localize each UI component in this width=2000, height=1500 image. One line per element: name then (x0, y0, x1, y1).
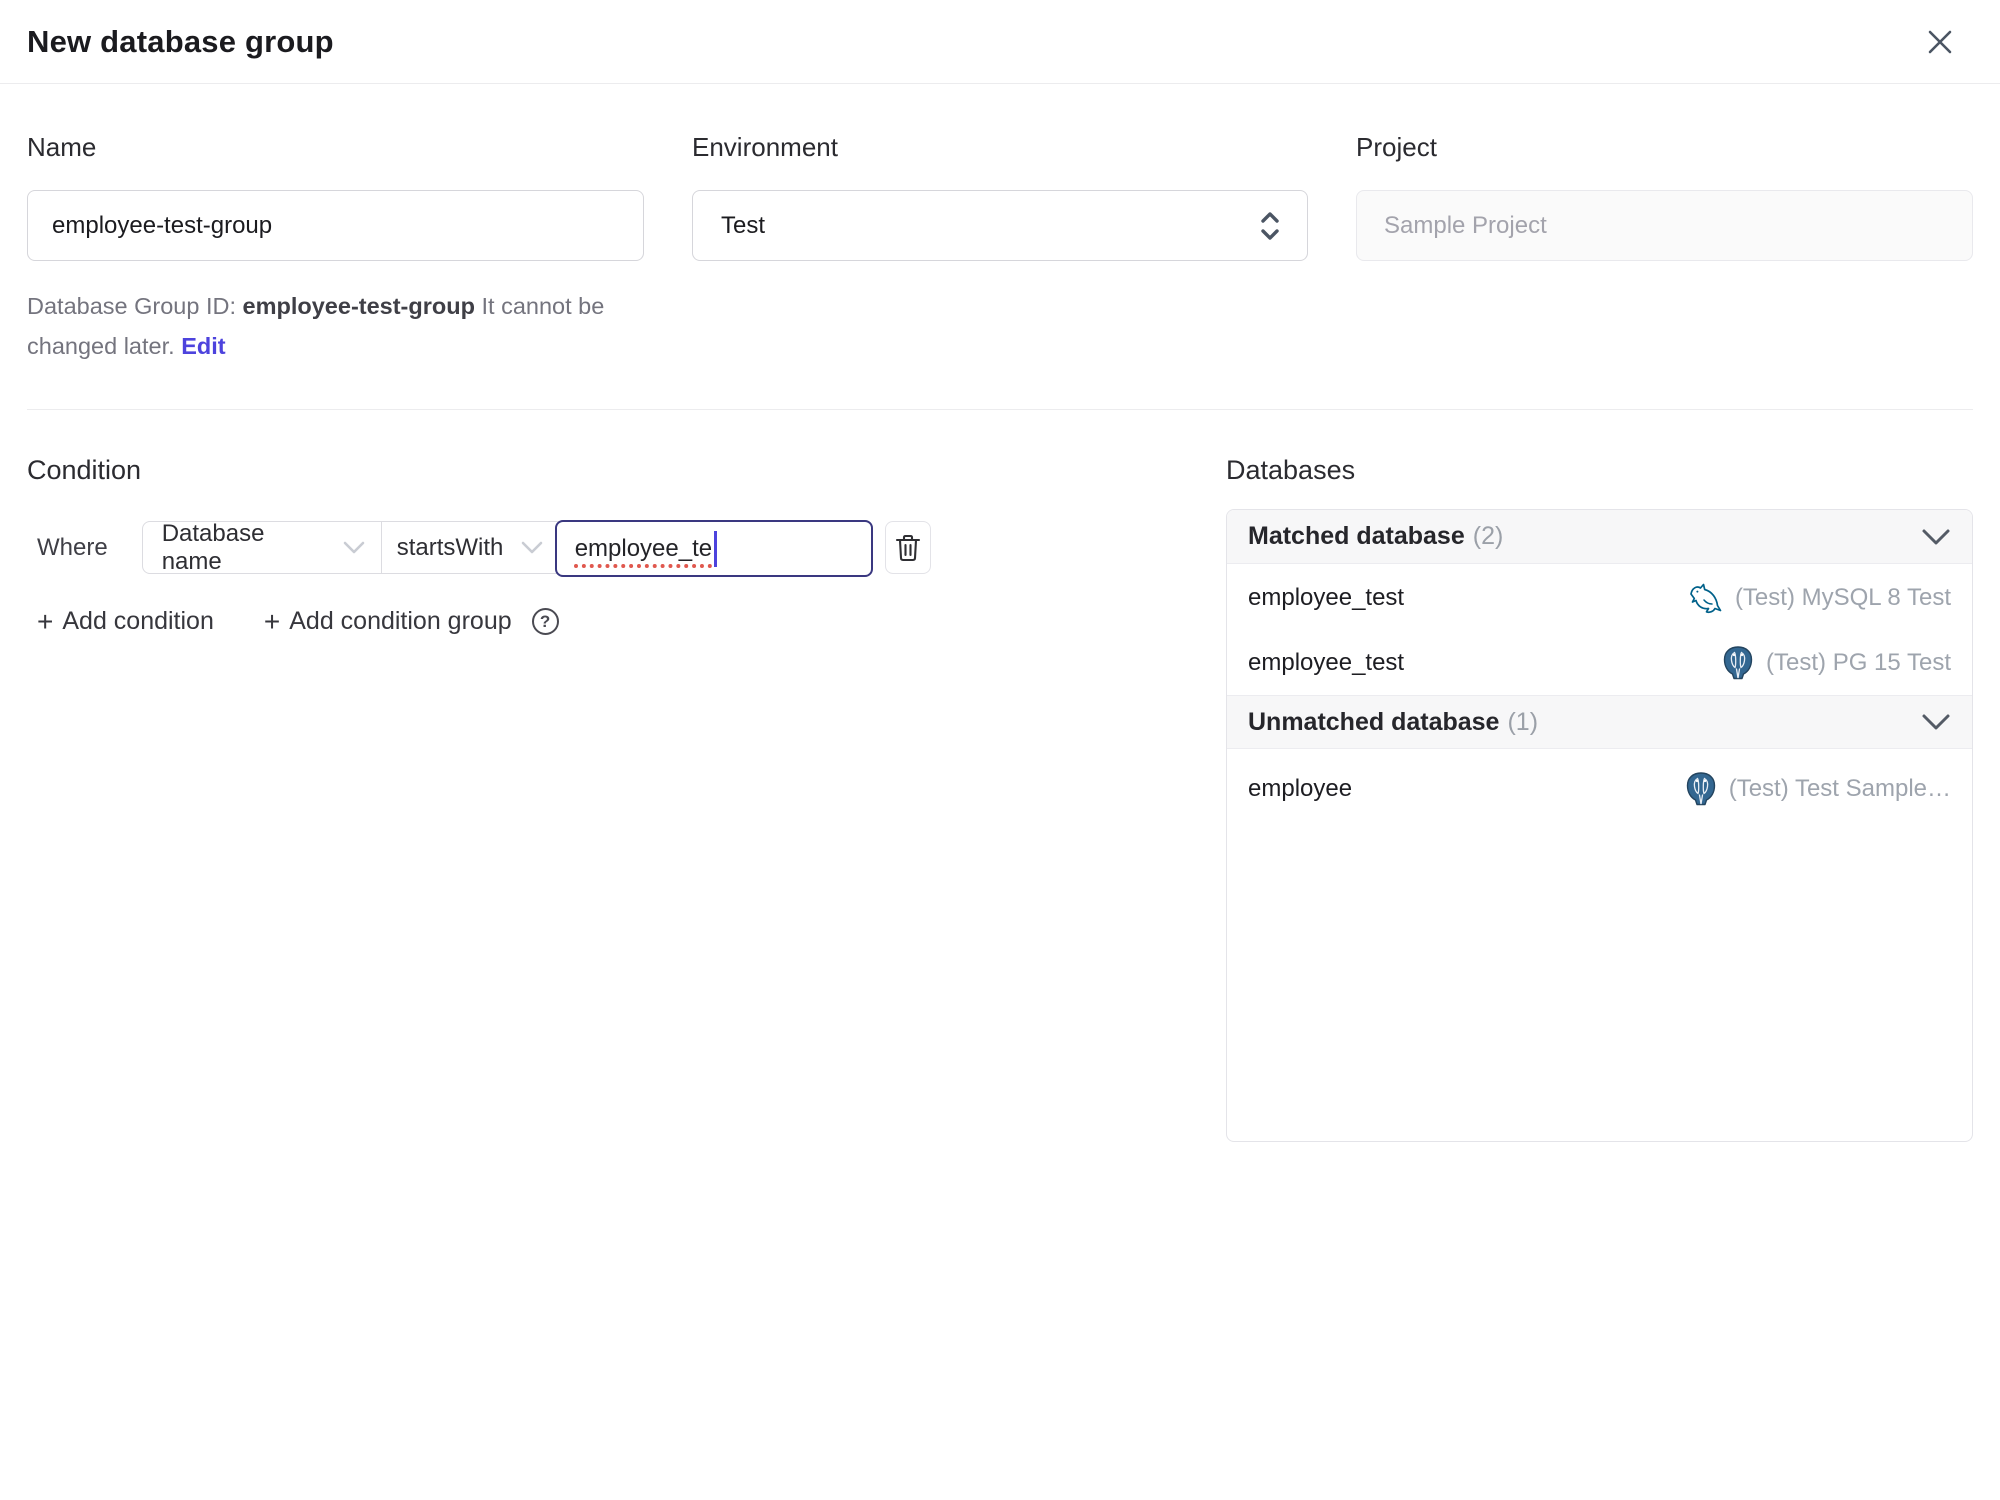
dialog-header: New database group (0, 0, 2000, 84)
project-label: Project (1356, 132, 1437, 162)
table-row: employee_test (Test) MySQL 8 Test (1227, 564, 1972, 631)
instance-label: (Test) Test Sample… (1728, 774, 1951, 802)
help-icon[interactable]: ? (531, 608, 559, 635)
unmatched-database-title: Unmatched database (1) (1248, 707, 1539, 736)
trash-icon (895, 534, 920, 561)
instance-info: (Test) Test Sample… (1684, 771, 1951, 807)
project-select[interactable]: Sample Project (1356, 190, 1973, 261)
select-stepper-icon (1257, 209, 1283, 243)
instance-info: (Test) MySQL 8 Test (1684, 578, 1951, 618)
postgres-icon (1684, 771, 1718, 807)
instance-label: (Test) MySQL 8 Test (1734, 583, 1951, 611)
condition-row: Where Database name startsWith employee_… (27, 519, 1160, 577)
close-button[interactable] (1920, 22, 1960, 62)
unmatched-database-count: (1) (1507, 707, 1539, 736)
matched-database-title: Matched database (2) (1248, 522, 1504, 550)
dialog-title: New database group (27, 23, 334, 59)
where-label: Where (37, 533, 108, 561)
table-row: employee_test (Test) PG 15 Test (1227, 631, 1972, 695)
name-field-group: Name Database Group ID: employee-test-gr… (27, 131, 644, 366)
postgres-icon (1721, 645, 1755, 681)
add-condition-group-button[interactable]: + Add condition group ? (264, 607, 559, 636)
factor-dropdown[interactable]: Database name (143, 519, 382, 575)
unmatched-database-header[interactable]: Unmatched database (1) (1227, 695, 1972, 749)
pattern-value-text: employee_te (574, 534, 713, 562)
instance-label: (Test) PG 15 Test (1766, 649, 1951, 676)
chevron-down-icon (521, 541, 542, 553)
name-label: Name (27, 132, 97, 162)
database-name: employee_test (1248, 583, 1405, 611)
name-input[interactable] (27, 190, 644, 261)
chevron-down-icon (343, 541, 364, 553)
environment-selected-value: Test (721, 211, 766, 239)
project-field-group: Project Sample Project (1356, 131, 1973, 366)
matched-database-header[interactable]: Matched database (2) (1227, 510, 1972, 564)
condition-heading: Condition (27, 455, 142, 485)
mysql-icon (1684, 578, 1724, 618)
group-id-helper: Database Group ID: employee-test-group I… (27, 286, 657, 366)
databases-heading: Databases (1226, 455, 1356, 485)
environment-label: Environment (692, 132, 838, 162)
factor-value: Database name (161, 519, 265, 575)
condition-actions: + Add condition + Add condition group ? (27, 607, 1160, 636)
environment-field-group: Environment Test (692, 131, 1308, 366)
helper-prefix: Database Group ID: (27, 293, 243, 319)
databases-panel: Matched database (2) employee_test (Test… (1226, 509, 1973, 1142)
operator-value: startsWith (396, 533, 504, 561)
helper-group-id: employee-test-group (242, 293, 475, 319)
chevron-down-icon[interactable] (1921, 528, 1951, 546)
matched-database-count: (2) (1472, 522, 1504, 550)
plus-icon: + (37, 605, 54, 637)
close-icon (1928, 30, 1952, 53)
table-row: employee (Test) Test Sample… (1227, 749, 1972, 828)
database-name: employee (1248, 774, 1353, 802)
add-condition-label: Add condition (62, 607, 214, 635)
add-condition-group-label: Add condition group (289, 607, 512, 635)
condition-section: Condition Where Database name startsWith (27, 410, 1160, 1142)
plus-icon: + (263, 605, 281, 637)
add-condition-button[interactable]: + Add condition (37, 607, 214, 636)
project-value: Sample Project (1384, 211, 1547, 239)
instance-info: (Test) PG 15 Test (1721, 645, 1951, 681)
operator-dropdown[interactable]: startsWith (382, 522, 556, 573)
delete-condition-button[interactable] (884, 521, 931, 574)
condition-expression-group: Database name startsWith employee_te (141, 519, 873, 577)
edit-id-link[interactable]: Edit (181, 333, 225, 359)
database-name: employee_test (1248, 649, 1405, 676)
databases-section: Databases Matched database (2) employee_t… (1226, 410, 1973, 1142)
chevron-down-icon[interactable] (1921, 713, 1951, 731)
form-row: Name Database Group ID: employee-test-gr… (0, 84, 2000, 366)
main-columns: Condition Where Database name startsWith (0, 410, 2000, 1142)
text-caret (714, 530, 718, 567)
environment-select[interactable]: Test (692, 190, 1308, 261)
pattern-value-input[interactable]: employee_te (554, 520, 873, 577)
